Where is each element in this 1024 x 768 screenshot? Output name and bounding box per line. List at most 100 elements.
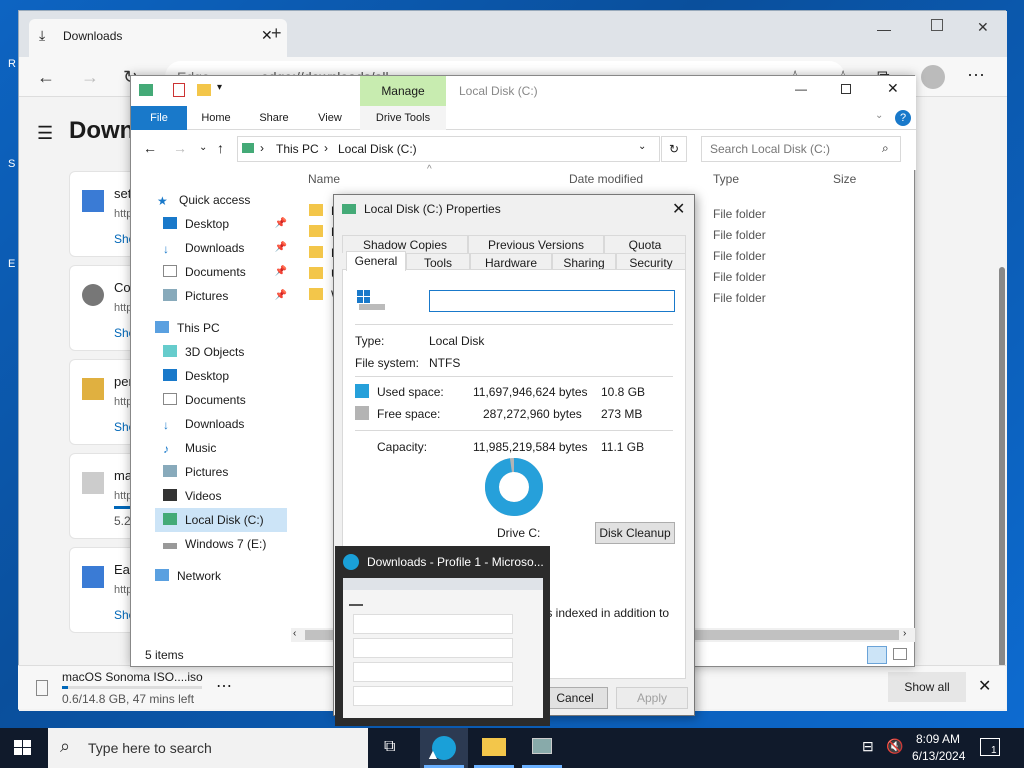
refresh-button[interactable]: ↻ [661, 136, 687, 162]
maximize-icon[interactable] [931, 19, 943, 31]
column-header-name[interactable]: Name [308, 172, 340, 186]
maximize-icon[interactable] [841, 84, 851, 94]
cancel-button[interactable]: Cancel [542, 687, 608, 709]
nav-documents[interactable]: Documents 📌 [163, 260, 287, 284]
address-dropdown-icon[interactable]: ⌄ [638, 141, 646, 152]
nav-pc-pictures[interactable]: Pictures [163, 460, 287, 484]
tab-home[interactable]: Home [191, 106, 241, 130]
pin-icon[interactable]: 📌 [275, 260, 287, 284]
sort-ascending-icon: ^ [427, 164, 432, 175]
nav-downloads[interactable]: ↓ Downloads 📌 [163, 236, 287, 260]
volume-muted-icon[interactable]: 🔇 [886, 738, 903, 755]
new-tab-icon[interactable]: + [271, 23, 282, 44]
nav-pictures[interactable]: Pictures 📌 [163, 284, 287, 308]
apply-button[interactable]: Apply [616, 687, 688, 709]
network-icon[interactable]: ⊟ [862, 738, 874, 755]
close-icon[interactable]: ✕ [672, 199, 685, 219]
nav-videos[interactable]: Videos [163, 484, 287, 508]
forward-icon[interactable]: → [81, 67, 99, 88]
show-all-button[interactable]: Show all [888, 672, 966, 702]
volume-label-input[interactable] [429, 290, 675, 312]
details-view-icon[interactable] [867, 646, 887, 664]
nav-windows-7-drive[interactable]: Windows 7 (E:) [163, 532, 287, 556]
minimize-icon[interactable]: — [877, 21, 891, 37]
file-icon [82, 190, 104, 212]
back-icon[interactable]: ← [37, 67, 55, 88]
close-download-bar-icon[interactable]: ✕ [978, 676, 991, 696]
pin-icon[interactable]: 📌 [275, 236, 287, 260]
scroll-left-icon[interactable]: ‹ [293, 628, 296, 639]
nav-this-pc[interactable]: This PC [155, 316, 285, 340]
column-header-type[interactable]: Type [713, 172, 739, 186]
file-system-value: NTFS [429, 356, 461, 370]
recent-locations-icon[interactable]: ⌄ [199, 142, 207, 153]
breadcrumb-this-pc[interactable]: This PC [276, 142, 319, 156]
windows-start-icon[interactable] [14, 740, 32, 759]
tab-general[interactable]: General [346, 251, 406, 271]
download-file-name[interactable]: macOS Sonoma ISO....iso [62, 670, 203, 684]
column-header-date[interactable]: Date modified [569, 172, 643, 186]
disk-cleanup-button[interactable]: Disk Cleanup [595, 522, 675, 544]
nav-music[interactable]: ♪ Music [163, 436, 287, 460]
edge-tab-downloads[interactable]: ⤓ Downloads ✕ [29, 19, 287, 57]
address-bar[interactable]: › This PC › Local Disk (C:) ⌄ [237, 136, 660, 162]
drive-icon [342, 204, 356, 214]
notification-center-icon[interactable]: 1 [980, 738, 1000, 756]
download-name: set [114, 186, 132, 201]
nav-pc-documents[interactable]: Documents [163, 388, 287, 412]
pin-icon[interactable]: 📌 [275, 284, 287, 308]
taskbar-file-explorer-button[interactable] [470, 728, 518, 768]
used-space-gb: 10.8 GB [601, 385, 646, 399]
nav-3d-objects[interactable]: 3D Objects [163, 340, 287, 364]
nav-pc-downloads[interactable]: ↓ Downloads [163, 412, 287, 436]
clock-time[interactable]: 8:09 AM [916, 732, 960, 746]
task-view-icon[interactable]: ⧉ [384, 738, 395, 756]
menu-icon[interactable]: ☰ [37, 123, 53, 144]
clock-date[interactable]: 6/13/2024 [912, 749, 965, 763]
more-icon[interactable]: ⋯ [967, 65, 985, 86]
preview-thumbnail[interactable] [343, 578, 543, 718]
help-icon[interactable]: ? [895, 110, 911, 126]
up-icon[interactable]: ↑ [217, 140, 224, 156]
scroll-right-icon[interactable]: › [903, 628, 906, 639]
breadcrumb-local-disk[interactable]: Local Disk (C:) [338, 142, 417, 156]
new-folder-icon[interactable] [197, 84, 211, 96]
customize-toolbar-icon[interactable]: ▾ [217, 82, 222, 93]
expand-ribbon-icon[interactable]: ⌄ [875, 110, 883, 121]
nav-quick-access[interactable]: ★ Quick access [157, 188, 287, 212]
minimize-icon[interactable]: — [795, 82, 807, 96]
avatar[interactable] [921, 65, 945, 89]
forward-icon[interactable]: → [173, 140, 187, 156]
nav-desktop[interactable]: Desktop 📌 [163, 212, 287, 236]
nav-local-disk[interactable]: Local Disk (C:) [155, 508, 287, 532]
disc-image-icon [82, 472, 104, 494]
tab-drive-tools[interactable]: Drive Tools [360, 106, 446, 130]
close-icon[interactable]: ✕ [887, 80, 899, 97]
tab-share[interactable]: Share [249, 106, 299, 130]
nav-label: Quick access [179, 193, 251, 207]
taskbar-search-box[interactable]: ⌕ Type here to search [48, 728, 368, 768]
tab-view[interactable]: View [305, 106, 355, 130]
search-icon[interactable]: ⌕ [882, 141, 889, 156]
properties-icon[interactable] [173, 83, 185, 97]
close-window-icon[interactable]: ✕ [977, 19, 989, 36]
more-options-icon[interactable]: ⋯ [216, 676, 232, 696]
nav-label: 3D Objects [185, 345, 245, 359]
taskbar-thumbnail-preview[interactable]: Downloads - Profile 1 - Microso... [335, 546, 550, 726]
tab-previous-versions[interactable]: Previous Versions [468, 235, 604, 253]
back-icon[interactable]: ← [143, 140, 157, 156]
large-icons-view-icon[interactable] [893, 648, 907, 660]
download-size: 5.2 [114, 514, 131, 528]
nav-label: Desktop [185, 369, 230, 383]
nav-pc-desktop[interactable]: Desktop [163, 364, 287, 388]
taskbar: ⌕ Type here to search ⧉ ▲ ⊟ 🔇 8:09 AM 6/… [0, 728, 1024, 768]
tab-file[interactable]: File [131, 106, 187, 130]
taskbar-system-properties-button[interactable] [518, 728, 566, 768]
search-box[interactable]: Search Local Disk (C:) ⌕ [701, 136, 901, 162]
pin-icon[interactable]: 📌 [275, 212, 287, 236]
nav-network[interactable]: Network [155, 564, 285, 588]
column-header-size[interactable]: Size [833, 172, 856, 186]
manage-context-tab[interactable]: Manage [360, 76, 446, 106]
scrollbar[interactable] [999, 267, 1005, 667]
tab-quota[interactable]: Quota [604, 235, 686, 253]
